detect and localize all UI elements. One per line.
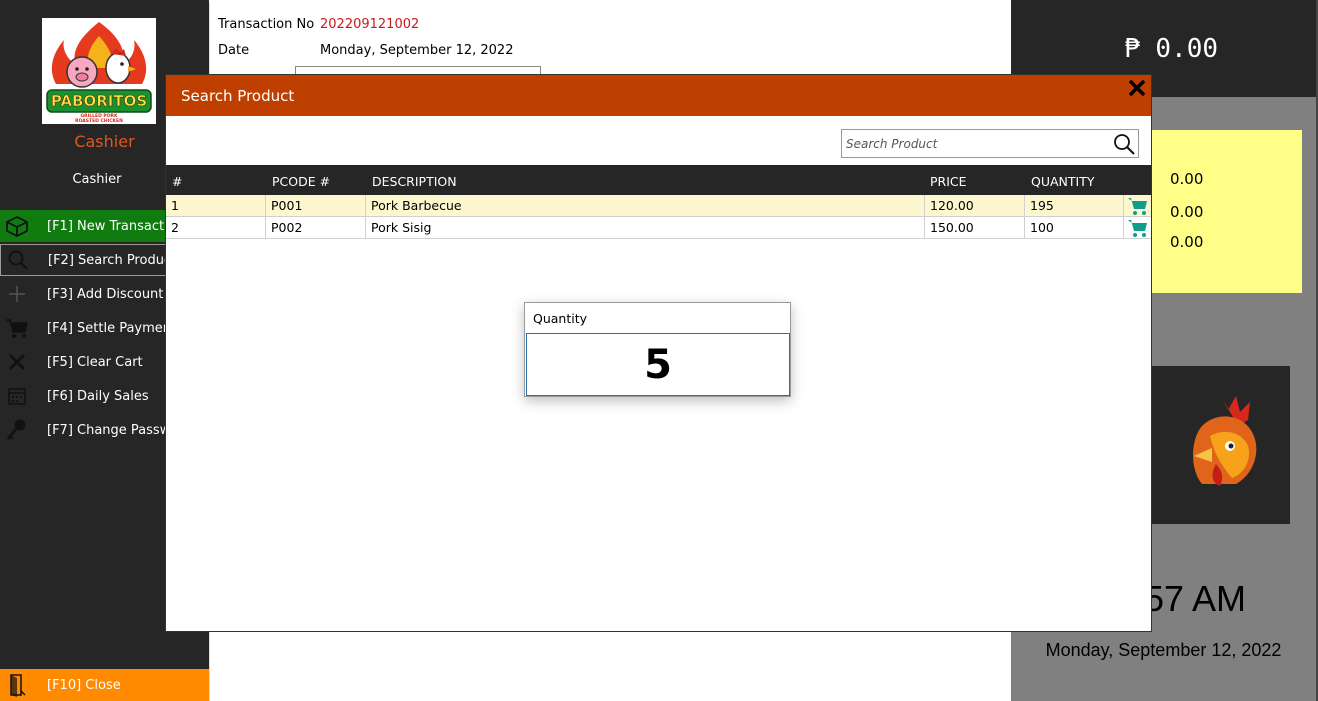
product-grid-header: # PCODE # DESCRIPTION PRICE QUANTITY [166,165,1151,195]
cell-description: Pork Sisig [366,217,925,238]
plus-icon [0,278,34,310]
close-label: [F10] Close [47,677,121,693]
column-header-index[interactable]: # [172,174,182,189]
cart-icon [0,312,34,344]
add-to-cart-icon[interactable] [1124,217,1151,238]
transaction-no-value: 202209121002 [320,17,420,32]
cell-pcode: P001 [266,195,366,216]
close-icon[interactable] [1125,76,1149,100]
close-icon [0,346,34,378]
box-icon [0,210,34,242]
quantity-dialog: Quantity [524,302,791,397]
cell-pcode: P002 [266,217,366,238]
quantity-input[interactable] [526,333,790,396]
table-row[interactable]: 2 P002 Pork Sisig 150.00 100 [166,217,1151,239]
modal-header: Search Product [166,75,1151,116]
door-exit-icon [0,673,34,697]
summary-box: 0.00 0.00 0.00 [1132,130,1302,293]
brand-wordmark: PABORITOS [51,92,147,110]
menu-label: [F1] New Transaction [47,218,184,234]
date-value: Monday, September 12, 2022 [320,43,514,58]
column-header-pcode[interactable]: PCODE # [272,174,330,189]
rooster-mascot-image [1132,366,1290,524]
cell-index: 2 [166,217,266,238]
menu-label: [F4] Settle Payment [47,320,177,336]
product-search-box [841,129,1139,158]
add-to-cart-icon[interactable] [1124,195,1151,216]
column-header-description[interactable]: DESCRIPTION [372,174,457,189]
menu-label: [F6] Daily Sales [47,388,149,404]
date-label: Date [218,43,250,58]
menu-label: [F5] Clear Cart [47,354,143,370]
transaction-no-label: Transaction No [218,17,315,32]
cell-description: Pork Barbecue [366,195,925,216]
key-icon [0,414,34,446]
cell-quantity: 100 [1025,217,1124,238]
cell-index: 1 [166,195,266,216]
summary-value: 0.00 [1170,203,1204,221]
clock-date: Monday, September 12, 2022 [1045,640,1282,660]
summary-value: 0.00 [1170,233,1204,251]
product-search-input[interactable] [842,130,1108,157]
modal-title: Search Product [181,86,295,105]
column-header-quantity[interactable]: QUANTITY [1031,174,1094,189]
column-header-price[interactable]: PRICE [930,174,967,189]
cell-quantity: 195 [1025,195,1124,216]
summary-value: 0.00 [1170,170,1204,188]
cell-price: 150.00 [925,217,1025,238]
calendar-icon [0,380,34,412]
table-row[interactable]: 1 P001 Pork Barbecue 120.00 195 [166,195,1151,217]
menu-label: [F2] Search Product [48,252,177,268]
brand-tagline-2: ROASTED CHICKEN [75,118,123,124]
close-button[interactable]: [F10] Close [0,669,209,701]
brand-logo: PABORITOS GRILLED PORK ROASTED CHICKEN [42,18,156,124]
quantity-label: Quantity [533,311,588,326]
menu-label: [F3] Add Discount [47,286,164,302]
search-icon [1,245,35,275]
cell-price: 120.00 [925,195,1025,216]
search-icon[interactable] [1112,132,1136,156]
